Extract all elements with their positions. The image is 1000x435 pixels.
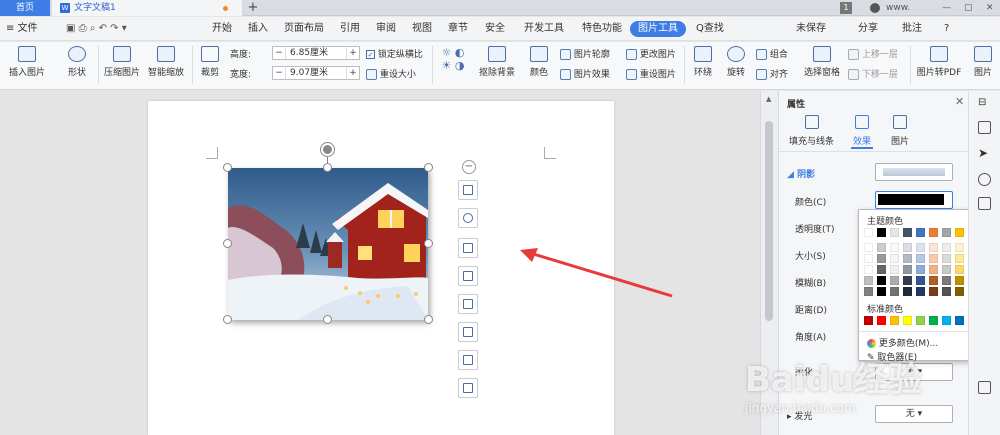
theme-color-swatch[interactable] <box>942 276 951 285</box>
theme-color-swatch[interactable] <box>955 243 964 252</box>
label-size: 大小(S) <box>795 252 826 262</box>
theme-color-swatch[interactable] <box>916 287 925 296</box>
cursor-icon[interactable]: ➤ <box>978 147 991 160</box>
theme-color-swatch[interactable] <box>942 265 951 274</box>
theme-color-swatch[interactable] <box>877 276 886 285</box>
theme-color-swatch[interactable] <box>877 243 886 252</box>
shadow-section[interactable]: ◢ 阴影 <box>787 167 815 180</box>
theme-color-swatch[interactable] <box>903 228 912 237</box>
standard-color-swatch[interactable] <box>890 316 899 325</box>
theme-color-swatch[interactable] <box>929 228 938 237</box>
sidebar-collapse-icon[interactable]: ⊟ <box>978 97 991 110</box>
scroll-thumb[interactable] <box>765 121 773 321</box>
theme-color-swatch[interactable] <box>877 265 886 274</box>
edit-icon[interactable] <box>978 121 991 134</box>
theme-color-swatch[interactable] <box>890 287 899 296</box>
theme-color-swatch[interactable] <box>955 265 964 274</box>
theme-color-swatch[interactable] <box>903 254 912 263</box>
theme-color-swatch[interactable] <box>942 228 951 237</box>
theme-color-swatch[interactable] <box>864 287 873 296</box>
active-tab-underline <box>851 147 873 149</box>
more-colors-option[interactable]: 更多颜色(M)... <box>867 336 938 349</box>
theme-color-swatch[interactable] <box>942 254 951 263</box>
standard-colors-label: 标准颜色 <box>867 305 904 315</box>
picture-tab-icon <box>893 115 907 129</box>
panel-divider <box>779 151 969 152</box>
share-panel-icon[interactable] <box>978 381 991 394</box>
standard-color-swatch[interactable] <box>942 316 951 325</box>
label-color: 颜色(C) <box>795 198 827 208</box>
theme-color-swatch[interactable] <box>929 276 938 285</box>
shadow-color-select[interactable] <box>875 191 953 209</box>
theme-color-swatch[interactable] <box>916 254 925 263</box>
effect-tab-icon <box>855 115 869 129</box>
shadow-color-swatch <box>878 194 944 205</box>
shadow-preset-select[interactable] <box>875 163 953 181</box>
standard-color-swatch[interactable] <box>903 316 912 325</box>
label-transparency: 透明度(T) <box>795 225 835 235</box>
label-angle: 角度(A) <box>795 333 827 343</box>
theme-color-swatch[interactable] <box>877 228 886 237</box>
theme-color-swatch[interactable] <box>864 228 873 237</box>
theme-color-swatch[interactable] <box>903 265 912 274</box>
theme-color-swatch[interactable] <box>903 287 912 296</box>
theme-color-swatch[interactable] <box>929 254 938 263</box>
theme-color-swatch[interactable] <box>955 287 964 296</box>
theme-color-swatch[interactable] <box>929 243 938 252</box>
tab-picture[interactable]: 图片 <box>891 134 909 147</box>
tab-effect[interactable]: 效果 <box>853 134 871 147</box>
theme-color-swatch[interactable] <box>955 254 964 263</box>
theme-color-swatch[interactable] <box>890 265 899 274</box>
theme-color-swatch[interactable] <box>916 265 925 274</box>
theme-color-swatch[interactable] <box>890 254 899 263</box>
shape-panel-icon[interactable] <box>978 197 991 210</box>
theme-color-swatch[interactable] <box>942 287 951 296</box>
theme-color-swatch[interactable] <box>864 243 873 252</box>
tab-fill-line[interactable]: 填充与线条 <box>789 134 834 147</box>
theme-color-swatch[interactable] <box>903 243 912 252</box>
standard-color-swatch[interactable] <box>864 316 873 325</box>
theme-color-swatch[interactable] <box>916 243 925 252</box>
theme-color-swatch[interactable] <box>916 228 925 237</box>
standard-color-swatch[interactable] <box>916 316 925 325</box>
theme-color-swatch[interactable] <box>877 287 886 296</box>
standard-color-swatch[interactable] <box>877 316 886 325</box>
panel-close-icon[interactable]: ✕ <box>955 95 964 108</box>
label-distance: 距离(D) <box>795 306 827 316</box>
theme-color-swatch[interactable] <box>929 287 938 296</box>
theme-color-swatch[interactable] <box>864 265 873 274</box>
label-blur: 模糊(B) <box>795 279 827 289</box>
theme-color-swatch[interactable] <box>942 243 951 252</box>
theme-color-swatch[interactable] <box>890 228 899 237</box>
theme-color-swatch[interactable] <box>903 276 912 285</box>
theme-color-swatch[interactable] <box>864 254 873 263</box>
fill-line-icon <box>805 115 819 129</box>
theme-color-swatch[interactable] <box>864 276 873 285</box>
theme-color-swatch[interactable] <box>890 276 899 285</box>
theme-color-swatch[interactable] <box>929 265 938 274</box>
theme-color-swatch[interactable] <box>890 243 899 252</box>
standard-color-swatch[interactable] <box>955 316 964 325</box>
theme-color-swatch[interactable] <box>877 254 886 263</box>
palette-icon <box>867 339 876 348</box>
watermark-logo: Baidu经验 jingyan.baidu.com <box>745 360 923 415</box>
scroll-up-icon[interactable]: ▲ <box>766 95 771 103</box>
theme-color-swatch[interactable] <box>955 276 964 285</box>
standard-color-swatch[interactable] <box>929 316 938 325</box>
theme-colors-label: 主题颜色 <box>867 217 904 227</box>
panel-title: 属性 <box>787 100 806 110</box>
theme-color-swatch[interactable] <box>955 228 964 237</box>
theme-color-swatch[interactable] <box>916 276 925 285</box>
location-icon[interactable] <box>978 173 991 186</box>
